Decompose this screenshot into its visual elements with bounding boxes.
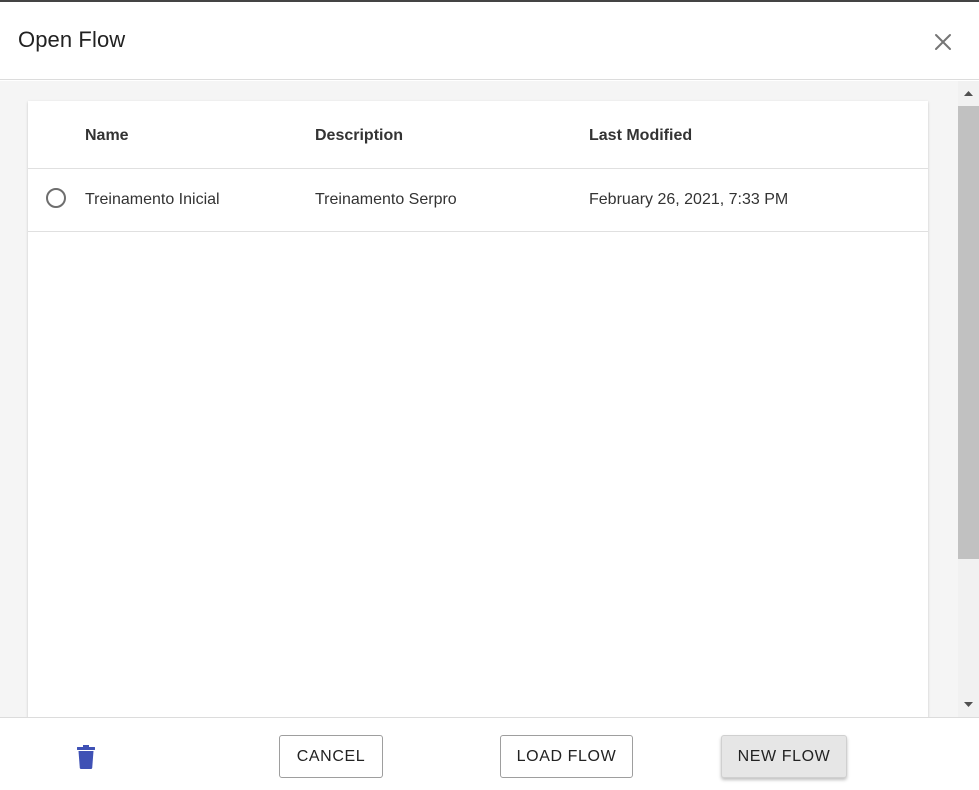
scrollbar-thumb[interactable] [958,106,979,559]
flows-table: Name Description Last Modified Treinamen… [28,101,928,717]
table-row[interactable]: Treinamento Inicial Treinamento Serpro F… [28,169,928,232]
column-header-last-modified: Last Modified [589,127,693,144]
table-header: Name Description Last Modified [28,101,928,169]
column-header-name: Name [85,127,129,144]
close-button[interactable] [931,30,955,54]
row-name: Treinamento Inicial [85,191,220,208]
trash-icon [77,745,95,769]
vertical-scrollbar[interactable] [958,81,979,717]
new-flow-button[interactable]: NEW FLOW [721,735,847,778]
row-last-modified: February 26, 2021, 7:33 PM [589,191,789,208]
cancel-button[interactable]: CANCEL [279,735,383,778]
dialog-header: Open Flow [0,2,979,80]
scroll-up-button[interactable] [958,85,979,102]
triangle-down-icon [964,702,973,707]
dialog-content: Name Description Last Modified Treinamen… [0,81,979,717]
dialog-footer: CANCEL LOAD FLOW NEW FLOW [0,717,979,790]
dialog-title: Open Flow [18,27,126,52]
load-flow-button[interactable]: LOAD FLOW [500,735,633,778]
row-select-radio[interactable] [46,188,66,208]
scroll-down-button[interactable] [958,696,979,713]
triangle-up-icon [964,91,973,96]
delete-flow-button[interactable] [74,744,98,770]
column-header-description: Description [315,127,404,144]
open-flow-dialog: Open Flow Name Description Last Modified… [0,0,979,790]
row-description: Treinamento Serpro [315,191,457,208]
close-icon [935,34,951,50]
